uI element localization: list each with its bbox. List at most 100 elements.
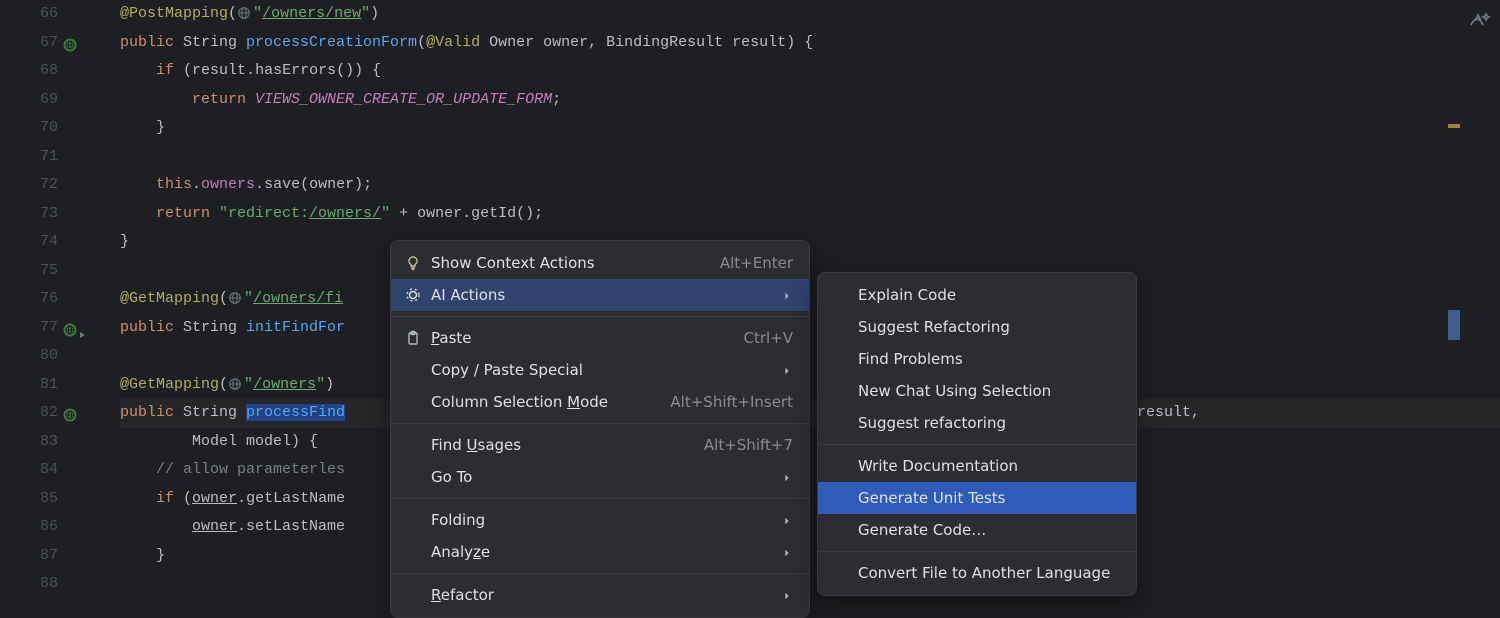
line-number-gutter: 6667686970717273747576778081828384858687… bbox=[0, 0, 80, 600]
submenu-arrow-icon bbox=[783, 468, 793, 486]
blank-icon bbox=[403, 435, 423, 455]
ai-icon bbox=[403, 285, 423, 305]
line-number: 86 bbox=[0, 513, 58, 542]
code-line[interactable]: // allow parameterles bbox=[120, 456, 1500, 485]
menu-label: Suggest refactoring bbox=[858, 414, 1120, 432]
code-line[interactable]: return VIEWS_OWNER_CREATE_OR_UPDATE_FORM… bbox=[120, 86, 1500, 115]
ai-assistant-icon[interactable] bbox=[1468, 8, 1492, 32]
menu-separator bbox=[391, 573, 809, 574]
blank-icon bbox=[830, 349, 850, 369]
blank-icon bbox=[830, 456, 850, 476]
blank-icon bbox=[830, 563, 850, 583]
web-icon[interactable] bbox=[62, 36, 76, 50]
menu-label: Write Documentation bbox=[858, 457, 1120, 475]
menu-item-explain-code[interactable]: Explain Code bbox=[818, 279, 1136, 311]
code-line[interactable]: return "redirect:/owners/" + owner.getId… bbox=[120, 200, 1500, 229]
blank-icon bbox=[830, 381, 850, 401]
menu-item-go-to[interactable]: Go To bbox=[391, 461, 809, 493]
code-line[interactable]: @PostMapping("/owners/new") bbox=[120, 0, 1500, 29]
code-line[interactable] bbox=[120, 570, 1500, 599]
code-line[interactable]: } bbox=[120, 114, 1500, 143]
code-line[interactable] bbox=[120, 257, 1500, 286]
blank-icon bbox=[830, 317, 850, 337]
blank-icon bbox=[403, 585, 423, 605]
blank-icon bbox=[403, 510, 423, 530]
code-line[interactable]: public String processFind bbox=[120, 399, 1500, 428]
menu-separator bbox=[391, 498, 809, 499]
line-number: 75 bbox=[0, 257, 58, 286]
line-number: 76 bbox=[0, 285, 58, 314]
code-line[interactable] bbox=[120, 342, 1500, 371]
code-line[interactable]: Model model) { bbox=[120, 428, 1500, 457]
blank-icon bbox=[830, 520, 850, 540]
menu-item-analyze[interactable]: Analyze bbox=[391, 536, 809, 568]
line-number: 70 bbox=[0, 114, 58, 143]
editor-context-menu[interactable]: Show Context Actions Alt+Enter AI Actions P… bbox=[390, 240, 810, 618]
menu-item-suggest-refactoring[interactable]: Suggest Refactoring bbox=[818, 311, 1136, 343]
code-line[interactable]: owner.setLastName bbox=[120, 513, 1500, 542]
menu-item-refactor[interactable]: Refactor bbox=[391, 579, 809, 611]
menu-separator bbox=[818, 551, 1136, 552]
line-number: 73 bbox=[0, 200, 58, 229]
menu-separator bbox=[818, 444, 1136, 445]
paste-icon bbox=[403, 328, 423, 348]
menu-separator bbox=[391, 316, 809, 317]
blank-icon bbox=[830, 285, 850, 305]
menu-item-write-documentation[interactable]: Write Documentation bbox=[818, 450, 1136, 482]
code-line[interactable]: public String processCreationForm(@Valid… bbox=[120, 29, 1500, 58]
code-line[interactable]: @GetMapping("/owners/fi bbox=[120, 285, 1500, 314]
line-number: 82 bbox=[0, 399, 58, 428]
code-line[interactable]: public String initFindFor bbox=[120, 314, 1500, 343]
menu-item-column-selection-mode[interactable]: Column Selection ModeAlt+Shift+Insert bbox=[391, 386, 809, 418]
blank-icon bbox=[403, 360, 423, 380]
web-icon[interactable] bbox=[62, 406, 76, 420]
blank-icon bbox=[830, 413, 850, 433]
blank-icon bbox=[403, 467, 423, 487]
menu-item-find-usages[interactable]: Find UsagesAlt+Shift+7 bbox=[391, 429, 809, 461]
menu-label: Find Problems bbox=[858, 350, 1120, 368]
line-number: 83 bbox=[0, 428, 58, 457]
menu-item-find-problems[interactable]: Find Problems bbox=[818, 343, 1136, 375]
bulb-icon bbox=[403, 253, 423, 273]
code-line[interactable]: if (result.hasErrors()) { bbox=[120, 57, 1500, 86]
minimap-warning-mark[interactable] bbox=[1448, 124, 1460, 128]
line-number: 80 bbox=[0, 342, 58, 371]
code-line[interactable]: } bbox=[120, 228, 1500, 257]
menu-label: Explain Code bbox=[858, 286, 1120, 304]
ai-actions-submenu[interactable]: Explain Code Suggest Refactoring Find Prob… bbox=[817, 272, 1137, 596]
submenu-arrow-icon bbox=[783, 286, 793, 304]
minimap-selection-mark[interactable] bbox=[1448, 310, 1460, 340]
submenu-arrow-icon bbox=[783, 511, 793, 529]
menu-item-generate-code[interactable]: Generate Code… bbox=[818, 514, 1136, 546]
menu-label: Generate Unit Tests bbox=[858, 489, 1120, 507]
menu-item-folding[interactable]: Folding bbox=[391, 504, 809, 536]
menu-item-convert-file-to-another-language[interactable]: Convert File to Another Language bbox=[818, 557, 1136, 589]
code-line[interactable]: if (owner.getLastName bbox=[120, 485, 1500, 514]
code-line[interactable] bbox=[120, 143, 1500, 172]
menu-item-new-chat-using-selection[interactable]: New Chat Using Selection bbox=[818, 375, 1136, 407]
line-number: 84 bbox=[0, 456, 58, 485]
menu-item-paste[interactable]: PasteCtrl+V bbox=[391, 322, 809, 354]
menu-label: Show Context Actions bbox=[431, 254, 696, 272]
web-icon[interactable] bbox=[62, 321, 76, 335]
line-number: 87 bbox=[0, 542, 58, 571]
menu-label: Go To bbox=[431, 468, 769, 486]
line-number: 85 bbox=[0, 485, 58, 514]
submenu-arrow-icon bbox=[783, 586, 793, 604]
menu-item-copy-paste-special[interactable]: Copy / Paste Special bbox=[391, 354, 809, 386]
menu-item-ai-actions[interactable]: AI Actions bbox=[391, 279, 809, 311]
menu-label: Convert File to Another Language bbox=[858, 564, 1120, 582]
web-globe-icon bbox=[237, 6, 251, 20]
code-line[interactable]: this.owners.save(owner); bbox=[120, 171, 1500, 200]
code-line[interactable]: @GetMapping("/owners") bbox=[120, 371, 1500, 400]
line-number: 77 bbox=[0, 314, 58, 343]
blank-icon bbox=[403, 392, 423, 412]
menu-item-show-context-actions[interactable]: Show Context Actions Alt+Enter bbox=[391, 247, 809, 279]
menu-item-suggest-refactoring[interactable]: Suggest refactoring bbox=[818, 407, 1136, 439]
menu-shortcut: Alt+Enter bbox=[720, 254, 793, 272]
menu-label: Generate Code… bbox=[858, 521, 1120, 539]
submenu-arrow-icon bbox=[783, 361, 793, 379]
menu-item-generate-unit-tests[interactable]: Generate Unit Tests bbox=[818, 482, 1136, 514]
blank-icon bbox=[403, 542, 423, 562]
code-line[interactable]: } bbox=[120, 542, 1500, 571]
